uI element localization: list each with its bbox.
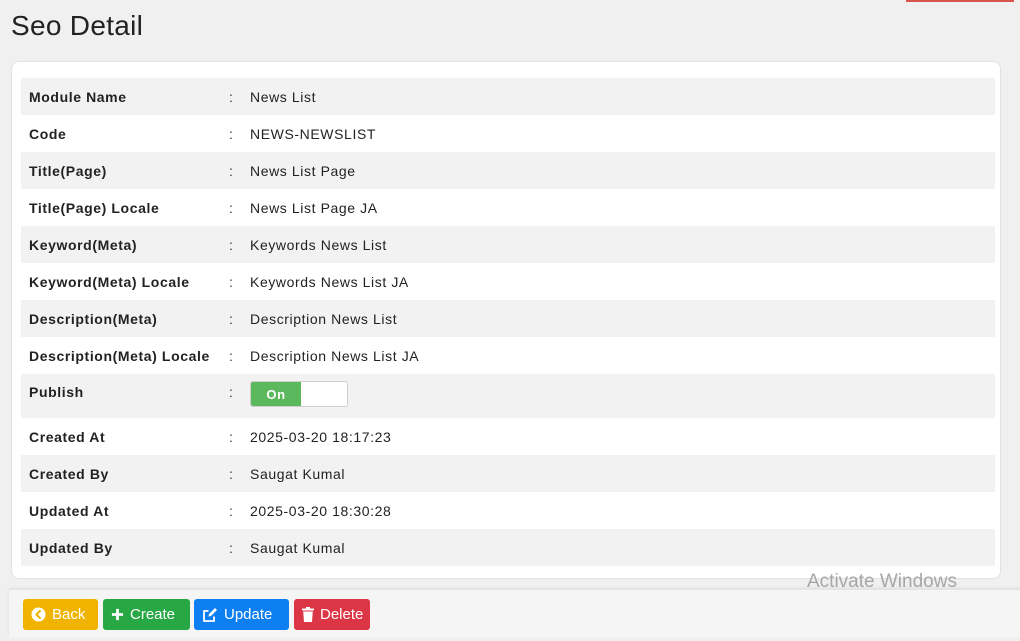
chevron-circle-left-icon xyxy=(31,607,46,622)
detail-value: 2025-03-20 18:30:28 xyxy=(250,503,392,519)
back-button[interactable]: Back xyxy=(23,599,98,630)
detail-label: Publish xyxy=(29,384,84,400)
detail-separator: : xyxy=(229,348,234,364)
publish-toggle[interactable]: On xyxy=(250,381,348,407)
detail-separator: : xyxy=(229,237,234,253)
update-button[interactable]: Update xyxy=(194,599,289,630)
plus-icon xyxy=(111,608,124,621)
back-button-label: Back xyxy=(52,606,86,623)
publish-toggle-on-label: On xyxy=(251,382,301,406)
detail-row-description-meta: Description(Meta) : Description News Lis… xyxy=(21,300,995,337)
detail-separator: : xyxy=(229,466,234,482)
detail-value: On xyxy=(250,381,348,407)
detail-separator: : xyxy=(229,429,234,445)
detail-separator: : xyxy=(229,163,234,179)
detail-separator: : xyxy=(229,126,234,142)
detail-label: Title(Page) xyxy=(29,163,107,179)
detail-label: Description(Meta) Locale xyxy=(29,348,210,364)
top-accent-bar xyxy=(906,0,1014,2)
create-button-label: Create xyxy=(130,606,176,623)
detail-label: Title(Page) Locale xyxy=(29,200,160,216)
detail-row-created-by: Created By : Saugat Kumal xyxy=(21,455,995,492)
detail-row-title-page: Title(Page) : News List Page xyxy=(21,152,995,189)
detail-label: Keyword(Meta) xyxy=(29,237,138,253)
detail-value: News List xyxy=(250,89,317,105)
detail-value: Description News List xyxy=(250,311,398,327)
detail-value: Saugat Kumal xyxy=(250,466,346,482)
page-title: Seo Detail xyxy=(11,10,144,41)
detail-label: Updated By xyxy=(29,540,113,556)
edit-icon xyxy=(202,607,218,623)
detail-row-title-page-locale: Title(Page) Locale : News List Page JA xyxy=(21,189,995,226)
detail-table: Module Name : News List Code : NEWS-NEWS… xyxy=(21,78,995,566)
detail-value: Keywords News List xyxy=(250,237,387,253)
detail-label: Code xyxy=(29,126,67,142)
create-button[interactable]: Create xyxy=(103,599,190,630)
detail-separator: : xyxy=(229,540,234,556)
detail-label: Module Name xyxy=(29,89,127,105)
detail-value: News List Page JA xyxy=(250,200,378,216)
detail-value: Description News List JA xyxy=(250,348,420,364)
detail-row-description-meta-locale: Description(Meta) Locale : Description N… xyxy=(21,337,995,374)
detail-row-updated-at: Updated At : 2025-03-20 18:30:28 xyxy=(21,492,995,529)
update-button-label: Update xyxy=(224,606,273,623)
detail-label: Created At xyxy=(29,429,106,445)
detail-separator: : xyxy=(229,274,234,290)
delete-button-label: Delete xyxy=(320,606,364,623)
detail-value: Keywords News List JA xyxy=(250,274,409,290)
detail-value: NEWS-NEWSLIST xyxy=(250,126,377,142)
seo-detail-card: Module Name : News List Code : NEWS-NEWS… xyxy=(11,61,1001,579)
detail-separator: : xyxy=(229,200,234,216)
detail-separator: : xyxy=(229,384,234,400)
detail-label: Created By xyxy=(29,466,109,482)
action-toolbar: Back Create Update Delete xyxy=(9,589,1020,638)
detail-row-updated-by: Updated By : Saugat Kumal xyxy=(21,529,995,566)
detail-separator: : xyxy=(229,311,234,327)
detail-row-keyword-meta: Keyword(Meta) : Keywords News List xyxy=(21,226,995,263)
detail-row-code: Code : NEWS-NEWSLIST xyxy=(21,115,995,152)
detail-row-module-name: Module Name : News List xyxy=(21,78,995,115)
detail-label: Updated At xyxy=(29,503,110,519)
detail-value: News List Page xyxy=(250,163,356,179)
detail-separator: : xyxy=(229,89,234,105)
detail-value: 2025-03-20 18:17:23 xyxy=(250,429,392,445)
detail-separator: : xyxy=(229,503,234,519)
detail-row-keyword-meta-locale: Keyword(Meta) Locale : Keywords News Lis… xyxy=(21,263,995,300)
publish-toggle-handle xyxy=(301,382,347,406)
detail-row-created-at: Created At : 2025-03-20 18:17:23 xyxy=(21,418,995,455)
detail-label: Keyword(Meta) Locale xyxy=(29,274,190,290)
detail-row-publish: Publish : On xyxy=(21,374,995,418)
detail-label: Description(Meta) xyxy=(29,311,158,327)
delete-button[interactable]: Delete xyxy=(294,599,370,630)
trash-icon xyxy=(302,607,314,622)
detail-value: Saugat Kumal xyxy=(250,540,346,556)
